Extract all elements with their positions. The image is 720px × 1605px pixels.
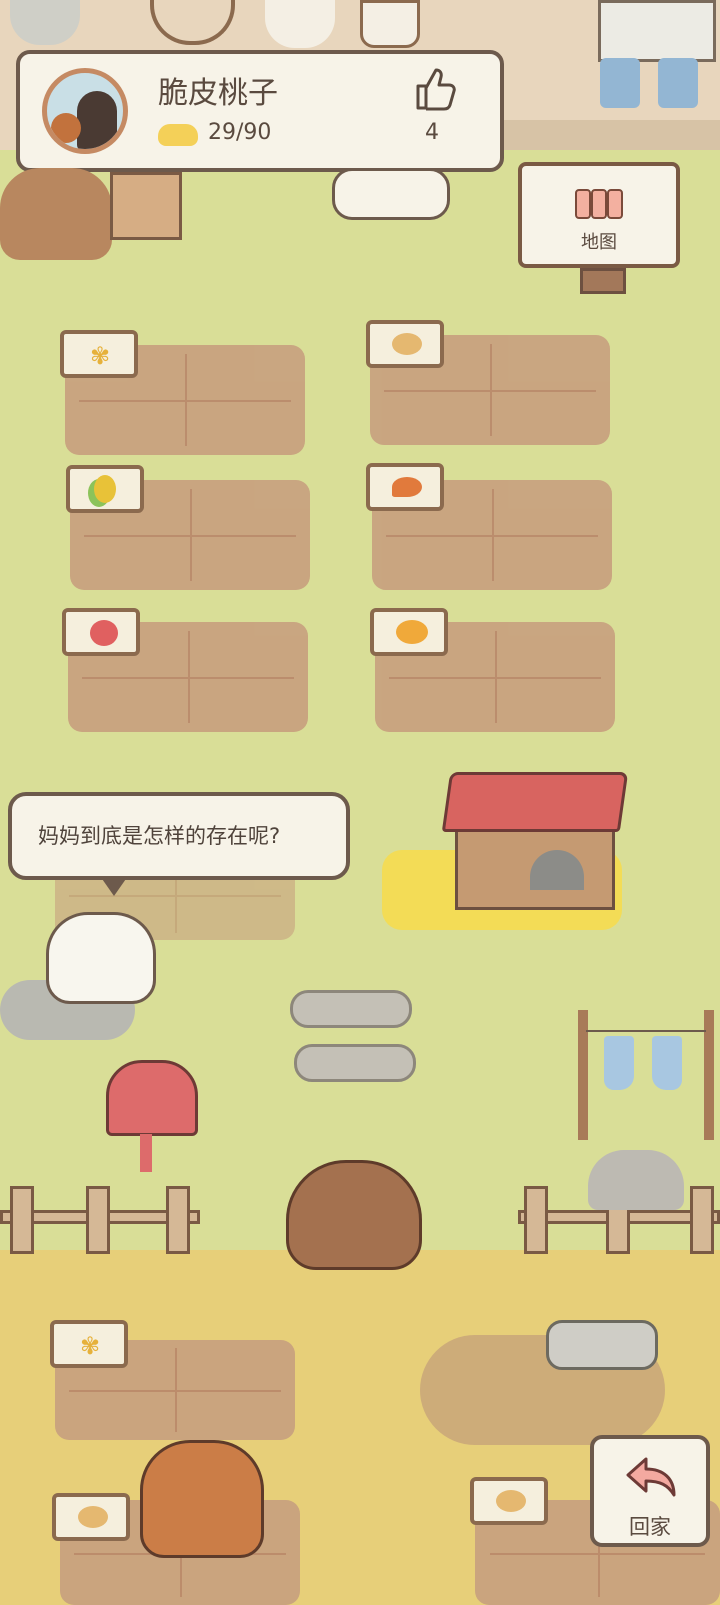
vase — [360, 0, 420, 48]
calico-cat-sleeping[interactable] — [332, 168, 450, 220]
air-conditioner — [598, 0, 716, 62]
stone-bench — [588, 1150, 684, 1210]
crop-sign-2 — [366, 320, 444, 368]
player-name: 脆皮桃子 — [158, 76, 278, 111]
fence-post — [86, 1186, 110, 1254]
avatar-pet — [51, 113, 81, 143]
pug-dog[interactable] — [0, 168, 112, 260]
wheat-icon: ✾ — [80, 1332, 101, 1360]
brown-poodle-dog[interactable] — [286, 1160, 422, 1270]
crop-sign-8 — [52, 1493, 130, 1541]
tomato-icon — [90, 620, 118, 646]
mailbox-post — [140, 1134, 152, 1172]
crop-sign-7: ✾ — [50, 1320, 128, 1368]
home-label: 回家 — [629, 1515, 671, 1539]
sack — [265, 0, 335, 48]
return-arrow-icon — [626, 1457, 676, 1497]
map-button[interactable]: 地图 — [518, 162, 680, 268]
orange-tabby-cat[interactable] — [140, 1440, 264, 1558]
player-avatar[interactable] — [42, 68, 128, 154]
fence-post — [524, 1186, 548, 1254]
stepping-stone-2 — [294, 1044, 416, 1082]
crop-sign-5 — [62, 608, 140, 656]
map-label: 地图 — [581, 232, 617, 253]
thumbs-up-icon[interactable] — [414, 66, 456, 112]
mailbox[interactable] — [106, 1060, 198, 1136]
clothesline — [586, 1030, 706, 1032]
player-profile-card[interactable]: 脆皮桃子 29/90 4 — [16, 50, 504, 172]
sock-left — [604, 1036, 634, 1090]
stepping-stone-1 — [290, 990, 412, 1028]
potato-icon — [496, 1490, 526, 1512]
likes-count: 4 — [425, 120, 439, 145]
corn-icon — [94, 475, 116, 503]
energy-icon — [158, 124, 198, 146]
crop-sign-4 — [366, 463, 444, 511]
wheat-icon: ✾ — [90, 342, 111, 370]
calico-cat[interactable] — [46, 912, 156, 1004]
mango-icon — [396, 620, 428, 644]
map-icon — [575, 189, 623, 219]
rain-boot-left — [600, 58, 640, 108]
wooden-crate — [110, 172, 182, 240]
crop-sign-3 — [66, 465, 144, 513]
fence-post — [10, 1186, 34, 1254]
carrot-icon — [392, 477, 422, 497]
dialogue-text: 妈妈到底是怎样的存在呢? — [38, 824, 281, 848]
potato-icon — [392, 333, 422, 355]
speech-bubble-tail — [100, 876, 128, 896]
crop-sign-6 — [370, 608, 448, 656]
fence-post — [690, 1186, 714, 1254]
crop-sign-9 — [470, 1477, 548, 1525]
avatar-hair — [77, 91, 117, 149]
potato-icon — [78, 1506, 108, 1528]
home-button[interactable]: 回家 — [590, 1435, 710, 1547]
rain-boot-right — [658, 58, 698, 108]
stone-trough — [546, 1320, 658, 1370]
energy-value: 29/90 — [208, 120, 272, 145]
fence-post — [166, 1186, 190, 1254]
dog-house-roof — [441, 772, 629, 832]
crop-sign-1: ✾ — [60, 330, 138, 378]
speech-bubble: 妈妈到底是怎样的存在呢? — [8, 792, 350, 880]
sock-right — [652, 1036, 682, 1090]
sign-post — [580, 268, 626, 294]
